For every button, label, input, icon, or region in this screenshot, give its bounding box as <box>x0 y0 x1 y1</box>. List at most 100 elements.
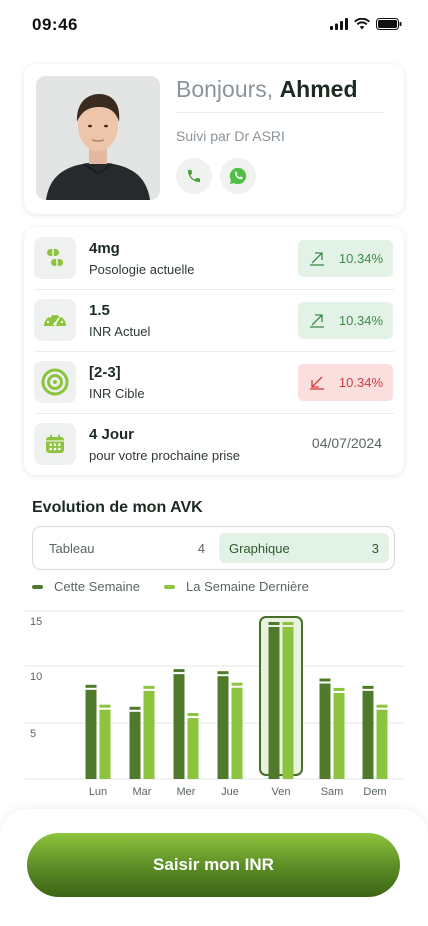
phone-icon <box>188 170 200 182</box>
bar-last-week <box>143 690 155 779</box>
bar-cap <box>217 671 229 675</box>
trend-badge: 10.34% <box>298 364 393 401</box>
bar-cap <box>282 622 294 625</box>
calendar-icon <box>46 434 64 453</box>
trend-badge: 10.34% <box>298 302 393 339</box>
call-button[interactable] <box>176 158 212 194</box>
bar-last-week <box>231 687 243 779</box>
bar-cap <box>99 704 111 708</box>
target-icon-wrap <box>34 361 76 403</box>
next-dose-date: 04/07/2024 <box>311 435 382 451</box>
y-tick-label: 10 <box>30 671 42 683</box>
x-tick-label: Mer <box>177 786 196 798</box>
pill-icon <box>47 249 63 266</box>
tab-label: Tableau <box>49 540 95 556</box>
bar-last-week <box>99 709 111 779</box>
target-icon <box>41 368 69 396</box>
bar-cap <box>231 682 243 686</box>
legend-swatch <box>164 584 175 589</box>
x-tick-label: Dem <box>363 786 386 798</box>
bottom-sheet: Saisir mon INR <box>0 809 428 926</box>
x-tick-label: Lun <box>89 786 107 798</box>
stat-inr-current[interactable]: 1.5 INR Actuel 10.34% <box>24 289 404 351</box>
legend-label: Cette Semaine <box>54 579 140 594</box>
bar-this-week <box>217 676 229 779</box>
user-name: Ahmed <box>279 76 358 102</box>
tab-tableau[interactable]: Tableau 4 <box>39 533 215 563</box>
stat-label: INR Actuel <box>89 324 151 339</box>
status-bar: 09:46 <box>0 0 428 48</box>
whatsapp-button[interactable] <box>220 158 256 194</box>
stat-label: Posologie actuelle <box>89 262 195 277</box>
avatar <box>36 76 160 200</box>
bar-last-week <box>187 718 199 779</box>
divider <box>176 112 384 113</box>
bar-cap <box>173 669 185 673</box>
bar-this-week <box>268 627 280 779</box>
highlight-box <box>259 616 303 776</box>
x-tick-label: Ven <box>272 786 291 798</box>
trend-badge: 10.34% <box>298 240 393 277</box>
bar-last-week <box>333 692 345 779</box>
whatsapp-icon <box>229 167 247 185</box>
gauge-icon-wrap <box>34 299 76 341</box>
bar-cap <box>129 706 141 710</box>
bar-cap <box>268 622 280 625</box>
arrow-up-right-icon <box>310 252 324 266</box>
tab-graphique[interactable]: Graphique 3 <box>219 533 389 563</box>
stat-value: 4mg <box>89 240 120 257</box>
stat-value: 1.5 <box>89 302 110 319</box>
bar-this-week <box>319 683 331 779</box>
gauge-icon <box>44 312 66 326</box>
y-tick-label: 5 <box>30 728 36 740</box>
profile-card: Bonjours, Ahmed Suivi par Dr ASRI <box>24 64 404 214</box>
signal-icon <box>330 18 348 30</box>
y-tick-label: 15 <box>30 616 42 628</box>
section-title: Evolution de mon AVK <box>32 499 203 516</box>
battery-icon <box>376 18 402 30</box>
bar-this-week <box>129 711 141 779</box>
bar-cap <box>85 684 97 688</box>
legend-item-this-week: Cette Semaine <box>32 579 140 594</box>
bar-cap <box>362 685 374 689</box>
x-tick-label: Jue <box>221 786 239 798</box>
stat-value: [2-3] <box>89 364 121 381</box>
bar-cap <box>376 704 388 708</box>
status-time: 09:46 <box>32 15 78 34</box>
trend-value: 10.34% <box>338 313 383 328</box>
stat-dosage[interactable]: 4mg Posologie actuelle 10.34% <box>24 227 404 289</box>
enter-inr-button[interactable]: Saisir mon INR <box>27 833 400 897</box>
tab-count: 4 <box>197 540 205 556</box>
tab-count: 3 <box>371 540 379 556</box>
stat-next-dose[interactable]: 4 Jour pour votre prochaine prise 04/07/… <box>24 413 404 475</box>
bar-cap <box>319 678 331 682</box>
legend-label: La Semaine Dernière <box>186 579 309 594</box>
bar-this-week <box>362 690 374 779</box>
status-icons <box>330 18 402 30</box>
bar-cap <box>187 713 199 717</box>
stat-label: pour votre prochaine prise <box>89 448 241 463</box>
bar-this-week <box>85 689 97 779</box>
x-tick-label: Sam <box>321 786 344 798</box>
inr-bar-chart: 15 10 5 Lun Mar Mer Jue Ven Sam Dem <box>25 610 403 798</box>
bar-cap <box>333 687 345 691</box>
calendar-icon-wrap <box>34 423 76 465</box>
greeting-text: Bonjours, <box>176 76 274 102</box>
arrow-down-left-icon <box>310 376 324 390</box>
trend-value: 10.34% <box>338 375 383 390</box>
bar-last-week <box>282 627 294 779</box>
bar-this-week <box>173 674 185 779</box>
arrow-up-right-icon <box>310 314 324 328</box>
stat-value: 4 Jour <box>89 426 135 443</box>
wifi-icon <box>354 18 370 30</box>
doctor-label: Suivi par Dr ASRI <box>176 128 285 144</box>
view-tabs: Tableau 4 Graphique 3 <box>32 526 395 570</box>
stat-inr-target[interactable]: [2-3] INR Cible 10.34% <box>24 351 404 413</box>
stats-card: 4mg Posologie actuelle 10.34% 1.5 INR Ac… <box>24 227 404 475</box>
bar-cap <box>143 685 155 689</box>
legend-swatch <box>32 584 43 589</box>
legend-item-last-week: La Semaine Dernière <box>164 579 309 594</box>
trend-value: 10.34% <box>338 251 383 266</box>
x-tick-label: Mar <box>133 786 152 798</box>
greeting: Bonjours, Ahmed <box>176 76 358 103</box>
